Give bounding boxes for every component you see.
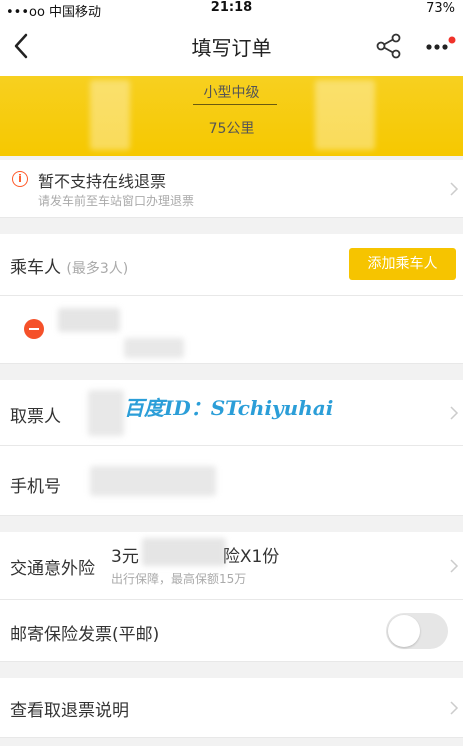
redacted-block — [90, 466, 216, 496]
nav-bar: 填写订单 — [0, 18, 463, 76]
distance-label: 75公里 — [208, 121, 255, 137]
trip-banner: 小型中级 75公里 — [0, 76, 463, 156]
remove-passenger-icon[interactable] — [24, 319, 44, 339]
chevron-right-icon — [450, 701, 459, 715]
more-icon[interactable] — [423, 36, 457, 56]
chevron-right-icon — [450, 559, 459, 573]
refund-subtitle: 请发车前至车站窗口办理退票 — [38, 194, 195, 208]
route-line — [193, 104, 277, 105]
toggle-knob — [388, 615, 420, 647]
passenger-limit-hint: (最多3人) — [66, 261, 129, 277]
phone-row[interactable]: 手机号 — [0, 446, 463, 516]
status-time: 21:18 — [210, 0, 253, 15]
add-passenger-button[interactable]: 添加乘车人 — [349, 248, 456, 280]
chevron-right-icon — [450, 182, 459, 196]
refund-title: 暂不支持在线退票 — [38, 172, 167, 191]
passenger-header-row: 乘车人 (最多3人) 添加乘车人 — [0, 234, 463, 296]
redacted-block — [142, 538, 226, 566]
refund-rules-label: 查看取退票说明 — [10, 701, 129, 721]
insurance-row[interactable]: 交通意外险 3元 险X1份 出行保障，最高保额15万 — [0, 532, 463, 600]
redacted-block — [124, 338, 184, 358]
insurance-subtitle: 出行保障，最高保额15万 — [111, 572, 247, 586]
battery-label: 73% — [426, 1, 455, 16]
refund-notice-row[interactable]: i 暂不支持在线退票 请发车前至车站窗口办理退票 — [0, 160, 463, 218]
watermark: 百度ID：STchiyuhai — [124, 396, 334, 420]
passenger-item[interactable] — [0, 296, 463, 364]
share-icon[interactable] — [375, 32, 403, 60]
bus-type-label: 小型中级 — [203, 85, 260, 101]
refund-rules-row[interactable]: 查看取退票说明 — [0, 678, 463, 738]
redacted-block — [58, 308, 120, 332]
ticket-taker-label: 取票人 — [10, 407, 61, 427]
redacted-block — [88, 390, 124, 436]
phone-label: 手机号 — [10, 477, 61, 497]
chevron-right-icon — [450, 406, 459, 420]
invoice-label: 邮寄保险发票(平邮) — [10, 625, 160, 645]
insurance-label: 交通意外险 — [10, 559, 95, 579]
info-icon: i — [12, 171, 28, 187]
status-bar: •••oo 中国移动 21:18 73% — [0, 0, 463, 20]
passenger-label: 乘车人 — [10, 258, 61, 278]
invoice-toggle[interactable] — [386, 613, 448, 649]
invoice-row: 邮寄保险发票(平邮) — [0, 600, 463, 662]
